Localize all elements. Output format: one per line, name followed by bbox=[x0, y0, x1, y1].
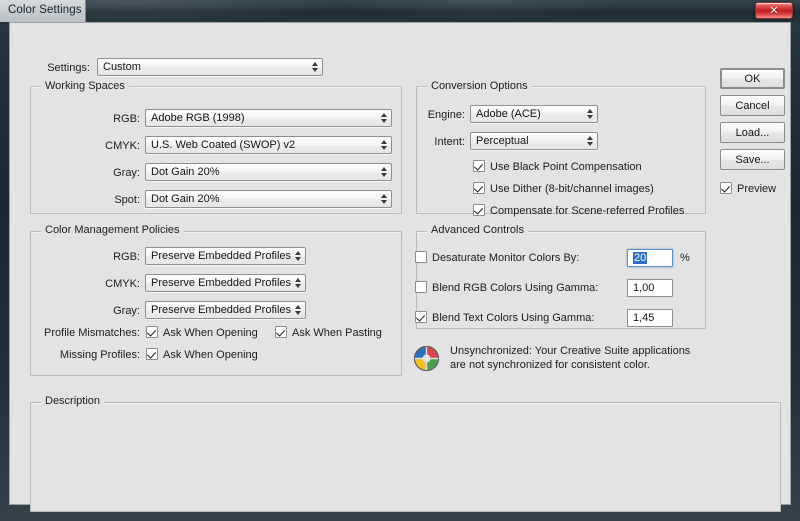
blend-rgb-colors-gamma-checkbox[interactable] bbox=[415, 281, 427, 293]
policies-gray-label: Gray: bbox=[113, 305, 140, 317]
chevron-updown-icon bbox=[583, 106, 597, 122]
description-title: Description bbox=[41, 395, 105, 407]
intent-dropdown[interactable]: Perceptual bbox=[470, 132, 598, 150]
color-management-policies-title: Color Management Policies bbox=[41, 224, 184, 236]
blend-rgb-colors-gamma-label: Blend RGB Colors Using Gamma: bbox=[432, 282, 599, 294]
desaturate-monitor-colors-checkbox[interactable] bbox=[415, 251, 427, 263]
missing-profiles-ask-opening-label: Ask When Opening bbox=[163, 349, 258, 361]
profile-mismatches-label: Profile Mismatches: bbox=[44, 327, 140, 339]
desaturate-monitor-colors-value: 20 bbox=[633, 252, 648, 264]
use-black-point-compensation-checkbox[interactable] bbox=[473, 160, 485, 172]
conversion-options-title: Conversion Options bbox=[427, 80, 532, 92]
desaturate-monitor-colors-input[interactable]: 20 bbox=[627, 249, 673, 267]
chevron-updown-icon bbox=[377, 137, 391, 153]
chevron-updown-icon bbox=[377, 191, 391, 207]
policies-cmyk-label: CMYK: bbox=[105, 278, 140, 290]
policies-rgb-value: Preserve Embedded Profiles bbox=[151, 250, 291, 262]
working-spaces-title: Working Spaces bbox=[41, 80, 129, 92]
preview-label: Preview bbox=[737, 183, 777, 195]
cancel-button[interactable]: Cancel bbox=[720, 95, 785, 116]
working-spaces-spot-value: Dot Gain 20% bbox=[151, 193, 220, 205]
policies-rgb-dropdown[interactable]: Preserve Embedded Profiles bbox=[145, 247, 306, 265]
policies-cmyk-dropdown[interactable]: Preserve Embedded Profiles bbox=[145, 274, 306, 292]
load-button[interactable]: Load... bbox=[720, 122, 785, 143]
working-spaces-gray-dropdown[interactable]: Dot Gain 20% bbox=[145, 163, 392, 181]
preview-checkbox[interactable] bbox=[720, 182, 732, 194]
use-dither-label: Use Dither (8-bit/channel images) bbox=[490, 183, 654, 195]
chevron-updown-icon bbox=[583, 133, 597, 149]
dialog-client-area: Settings: Custom Working Spaces RGB: Ado… bbox=[9, 22, 791, 512]
chevron-updown-icon bbox=[291, 248, 305, 264]
working-spaces-spot-dropdown[interactable]: Dot Gain 20% bbox=[145, 190, 392, 208]
color-wheel-icon bbox=[413, 345, 440, 372]
blend-rgb-colors-gamma-input[interactable]: 1,00 bbox=[627, 279, 673, 297]
policies-rgb-label: RGB: bbox=[113, 251, 140, 263]
working-spaces-gray-label: Gray: bbox=[113, 167, 140, 179]
chevron-updown-icon bbox=[377, 164, 391, 180]
intent-label: Intent: bbox=[434, 136, 465, 148]
settings-dropdown[interactable]: Custom bbox=[97, 58, 323, 76]
chevron-updown-icon bbox=[291, 302, 305, 318]
engine-dropdown[interactable]: Adobe (ACE) bbox=[470, 105, 598, 123]
ok-button-label: OK bbox=[744, 72, 761, 85]
blend-text-colors-gamma-value: 1,45 bbox=[633, 312, 655, 324]
policies-gray-value: Preserve Embedded Profiles bbox=[151, 304, 291, 316]
window-title: Color Settings bbox=[8, 4, 82, 16]
cancel-button-label: Cancel bbox=[735, 99, 770, 112]
sync-status-line2: are not synchronized for consistent colo… bbox=[450, 359, 650, 371]
description-group bbox=[30, 402, 781, 512]
chevron-updown-icon bbox=[291, 275, 305, 291]
missing-profiles-label: Missing Profiles: bbox=[59, 349, 140, 361]
missing-profiles-ask-opening-checkbox[interactable] bbox=[146, 348, 158, 360]
engine-value: Adobe (ACE) bbox=[476, 108, 541, 120]
blend-text-colors-gamma-input[interactable]: 1,45 bbox=[627, 309, 673, 327]
working-spaces-cmyk-dropdown[interactable]: U.S. Web Coated (SWOP) v2 bbox=[145, 136, 392, 154]
policies-gray-dropdown[interactable]: Preserve Embedded Profiles bbox=[145, 301, 306, 319]
working-spaces-rgb-value: Adobe RGB (1998) bbox=[151, 112, 245, 124]
desaturate-monitor-colors-label: Desaturate Monitor Colors By: bbox=[432, 252, 580, 264]
ok-button[interactable]: OK bbox=[720, 68, 785, 89]
advanced-controls-title: Advanced Controls bbox=[427, 224, 528, 236]
working-spaces-cmyk-value: U.S. Web Coated (SWOP) v2 bbox=[151, 139, 296, 151]
close-button[interactable]: ✕ bbox=[755, 2, 793, 19]
profile-mismatch-ask-pasting-checkbox[interactable] bbox=[275, 326, 287, 338]
use-dither-checkbox[interactable] bbox=[473, 182, 485, 194]
profile-mismatch-ask-opening-label: Ask When Opening bbox=[163, 327, 258, 339]
settings-label: Settings: bbox=[47, 62, 90, 74]
working-spaces-cmyk-label: CMYK: bbox=[105, 140, 140, 152]
save-button[interactable]: Save... bbox=[720, 149, 785, 170]
save-button-label: Save... bbox=[735, 153, 770, 166]
compensate-scene-referred-label: Compensate for Scene-referred Profiles bbox=[490, 205, 685, 217]
compensate-scene-referred-checkbox[interactable] bbox=[473, 204, 485, 216]
sync-status-line1: Unsynchronized: Your Creative Suite appl… bbox=[450, 345, 691, 357]
chevron-updown-icon bbox=[308, 59, 322, 75]
working-spaces-gray-value: Dot Gain 20% bbox=[151, 166, 220, 178]
window-titlebar: Color Settings ✕ bbox=[0, 0, 800, 22]
profile-mismatch-ask-opening-checkbox[interactable] bbox=[146, 326, 158, 338]
close-icon: ✕ bbox=[769, 5, 779, 17]
color-settings-window: Color Settings ✕ Settings: Custom Workin… bbox=[0, 0, 800, 521]
profile-mismatch-ask-pasting-label: Ask When Pasting bbox=[292, 327, 382, 339]
desaturate-percent-suffix: % bbox=[680, 252, 690, 264]
blend-text-colors-gamma-checkbox[interactable] bbox=[415, 311, 427, 323]
load-button-label: Load... bbox=[735, 126, 770, 139]
working-spaces-rgb-dropdown[interactable]: Adobe RGB (1998) bbox=[145, 109, 392, 127]
intent-value: Perceptual bbox=[476, 135, 529, 147]
working-spaces-rgb-label: RGB: bbox=[113, 113, 140, 125]
use-black-point-compensation-label: Use Black Point Compensation bbox=[490, 161, 642, 173]
blend-text-colors-gamma-label: Blend Text Colors Using Gamma: bbox=[432, 312, 595, 324]
policies-cmyk-value: Preserve Embedded Profiles bbox=[151, 277, 291, 289]
working-spaces-spot-label: Spot: bbox=[114, 194, 140, 206]
chevron-updown-icon bbox=[377, 110, 391, 126]
engine-label: Engine: bbox=[427, 109, 465, 121]
blend-rgb-colors-gamma-value: 1,00 bbox=[633, 282, 655, 294]
settings-dropdown-value: Custom bbox=[103, 61, 141, 73]
